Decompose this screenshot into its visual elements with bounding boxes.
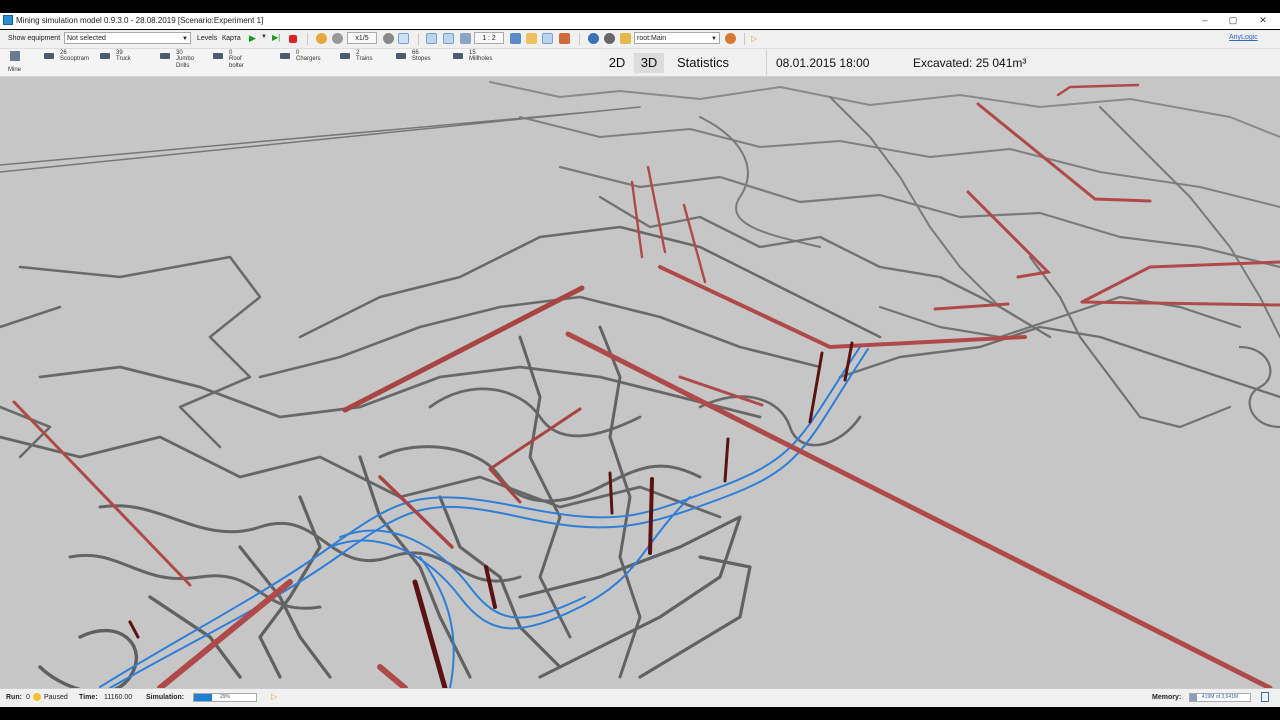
navigate-icon[interactable] — [510, 33, 521, 44]
step-icon[interactable]: ▶| — [272, 33, 280, 42]
tab-2d[interactable]: 2D — [602, 53, 632, 73]
equipment-icon — [213, 53, 223, 59]
simulation-label: Simulation: — [146, 694, 185, 701]
equipment-item[interactable]: 2 Trains — [340, 49, 390, 76]
mine-button[interactable]: Mine — [8, 50, 22, 76]
tab-statistics[interactable]: Statistics — [668, 53, 738, 73]
run-options-icon[interactable]: ▼ — [261, 34, 267, 40]
equipment-icon — [44, 53, 54, 59]
run-value: 0 — [26, 694, 30, 701]
minimize-button[interactable]: – — [1198, 15, 1212, 27]
equipment-icon — [280, 53, 290, 59]
slow-down-icon[interactable] — [316, 33, 327, 44]
speed-up-icon[interactable] — [383, 33, 394, 44]
trash-icon[interactable] — [1261, 692, 1269, 702]
equipment-name: Jumbo — [176, 56, 195, 62]
status-bar: Run: 0 Paused Time: 11160.00 Simulation:… — [0, 688, 1280, 707]
paused-icon — [33, 693, 41, 701]
toolbar-separator — [418, 33, 419, 45]
layers-icon[interactable] — [526, 33, 537, 44]
title-bar: Mining simulation model 0.9.3.0 - 28.08.… — [0, 13, 1280, 29]
console-icon[interactable]: ▷ — [271, 692, 277, 701]
divider — [766, 50, 767, 75]
window-title: Mining simulation model 0.9.3.0 - 28.08.… — [16, 16, 264, 25]
main-toolbar: Show equipment Not selected ▼ Levels Кар… — [0, 30, 1280, 49]
tab-3d[interactable]: 3D — [634, 53, 664, 73]
memory-bar: 419M of 3,641M — [1189, 693, 1251, 702]
equipment-name-2: Drills — [176, 63, 190, 69]
agent-select[interactable]: root:Main ▼ — [634, 32, 720, 44]
equipment-icon — [396, 53, 406, 59]
equipment-name: Roof — [229, 56, 242, 62]
progress-percent: 29% — [219, 694, 230, 700]
equipment-icon — [453, 53, 463, 59]
zoom-out-icon[interactable] — [460, 33, 471, 44]
console-icon[interactable]: ▷ — [751, 34, 757, 43]
equipment-item[interactable]: 30 Jumbo Drills — [160, 49, 210, 76]
vertical-shafts — [128, 341, 854, 688]
toolbar-separator — [744, 33, 745, 45]
time-label: Time: — [79, 694, 98, 701]
speed-display: x1/5 — [347, 32, 377, 44]
memory-label: Memory: — [1152, 694, 1182, 701]
equipment-bar: Mine 26 Scooptram 39 Truck 30 Jumbo Drills 0 Roo… — [0, 49, 1280, 77]
chevron-down-icon: ▼ — [182, 36, 188, 42]
maximize-button[interactable]: ▢ — [1226, 15, 1240, 27]
stop-icon[interactable] — [289, 35, 297, 43]
equipment-name: Truck — [116, 56, 131, 62]
show-equipment-label: Show equipment — [8, 35, 61, 42]
folder-icon[interactable] — [620, 33, 631, 44]
view-area-icon[interactable] — [542, 33, 553, 44]
equipment-select[interactable]: Not selected ▼ — [64, 32, 191, 44]
equipment-select-value: Not selected — [67, 35, 106, 42]
equipment-item[interactable]: 15 Millholes — [453, 49, 503, 76]
equipment-item[interactable]: 0 Chargers — [280, 49, 330, 76]
equipment-name-2: bolter — [229, 63, 245, 69]
run-icon[interactable]: ▶ — [249, 33, 256, 44]
time-value: 11160.00 — [104, 694, 133, 701]
equipment-icon — [160, 53, 170, 59]
back-icon[interactable] — [604, 33, 615, 44]
toolbar-separator — [307, 33, 308, 45]
memory-value: 419M of 3,641M — [1201, 694, 1239, 700]
equipment-icon — [340, 53, 350, 59]
run-state: Paused — [44, 694, 68, 701]
view-bar: 2D 3D Statistics 08.01.2015 18:00 Excava… — [600, 49, 1280, 76]
equipment-item[interactable]: 66 Stopes — [396, 49, 446, 76]
refresh-icon[interactable] — [588, 33, 599, 44]
active-drifts — [12, 83, 1280, 688]
simulation-progress-bar: 29% — [193, 693, 257, 702]
model-datetime: 08.01.2015 18:00 — [776, 56, 870, 70]
equipment-name: Trains — [356, 56, 373, 62]
mine-label: Mine — [8, 67, 22, 73]
tools-icon[interactable] — [559, 33, 570, 44]
3d-viewport[interactable] — [0, 77, 1280, 688]
equipment-name: Chargers — [296, 56, 321, 62]
chevron-down-icon: ▼ — [711, 36, 717, 42]
speed-dial-icon[interactable] — [332, 33, 343, 44]
anylogic-link[interactable]: AnyLogic — [1229, 34, 1258, 41]
realtime-icon[interactable] — [398, 33, 409, 44]
equipment-name: Stopes — [412, 56, 431, 62]
mine-icon — [10, 51, 20, 61]
equipment-item[interactable]: 26 Scooptram — [44, 49, 94, 76]
zoom-fit-icon[interactable] — [426, 33, 437, 44]
levels-label: Levels — [197, 35, 218, 42]
close-button[interactable]: ✕ — [1256, 15, 1270, 27]
equipment-name: Scooptram — [60, 56, 90, 62]
scale-display: 1 : 2 — [474, 32, 504, 44]
app-icon — [3, 15, 13, 25]
toolbar-separator — [579, 33, 580, 45]
mine-3d-view — [0, 81, 1280, 688]
equipment-item[interactable]: 39 Truck — [100, 49, 150, 76]
levels-value: Карта — [222, 35, 241, 42]
equipment-icon — [100, 53, 110, 59]
equipment-item[interactable]: 0 Roof bolter — [213, 49, 263, 76]
run-label: Run: — [6, 694, 22, 701]
zoom-in-icon[interactable] — [443, 33, 454, 44]
agent-select-value: root:Main — [637, 35, 667, 42]
navigate-agent-icon[interactable] — [725, 33, 736, 44]
equipment-name: Millholes — [469, 56, 493, 62]
excavated-volume: Excavated: 25 041m³ — [913, 56, 1027, 70]
